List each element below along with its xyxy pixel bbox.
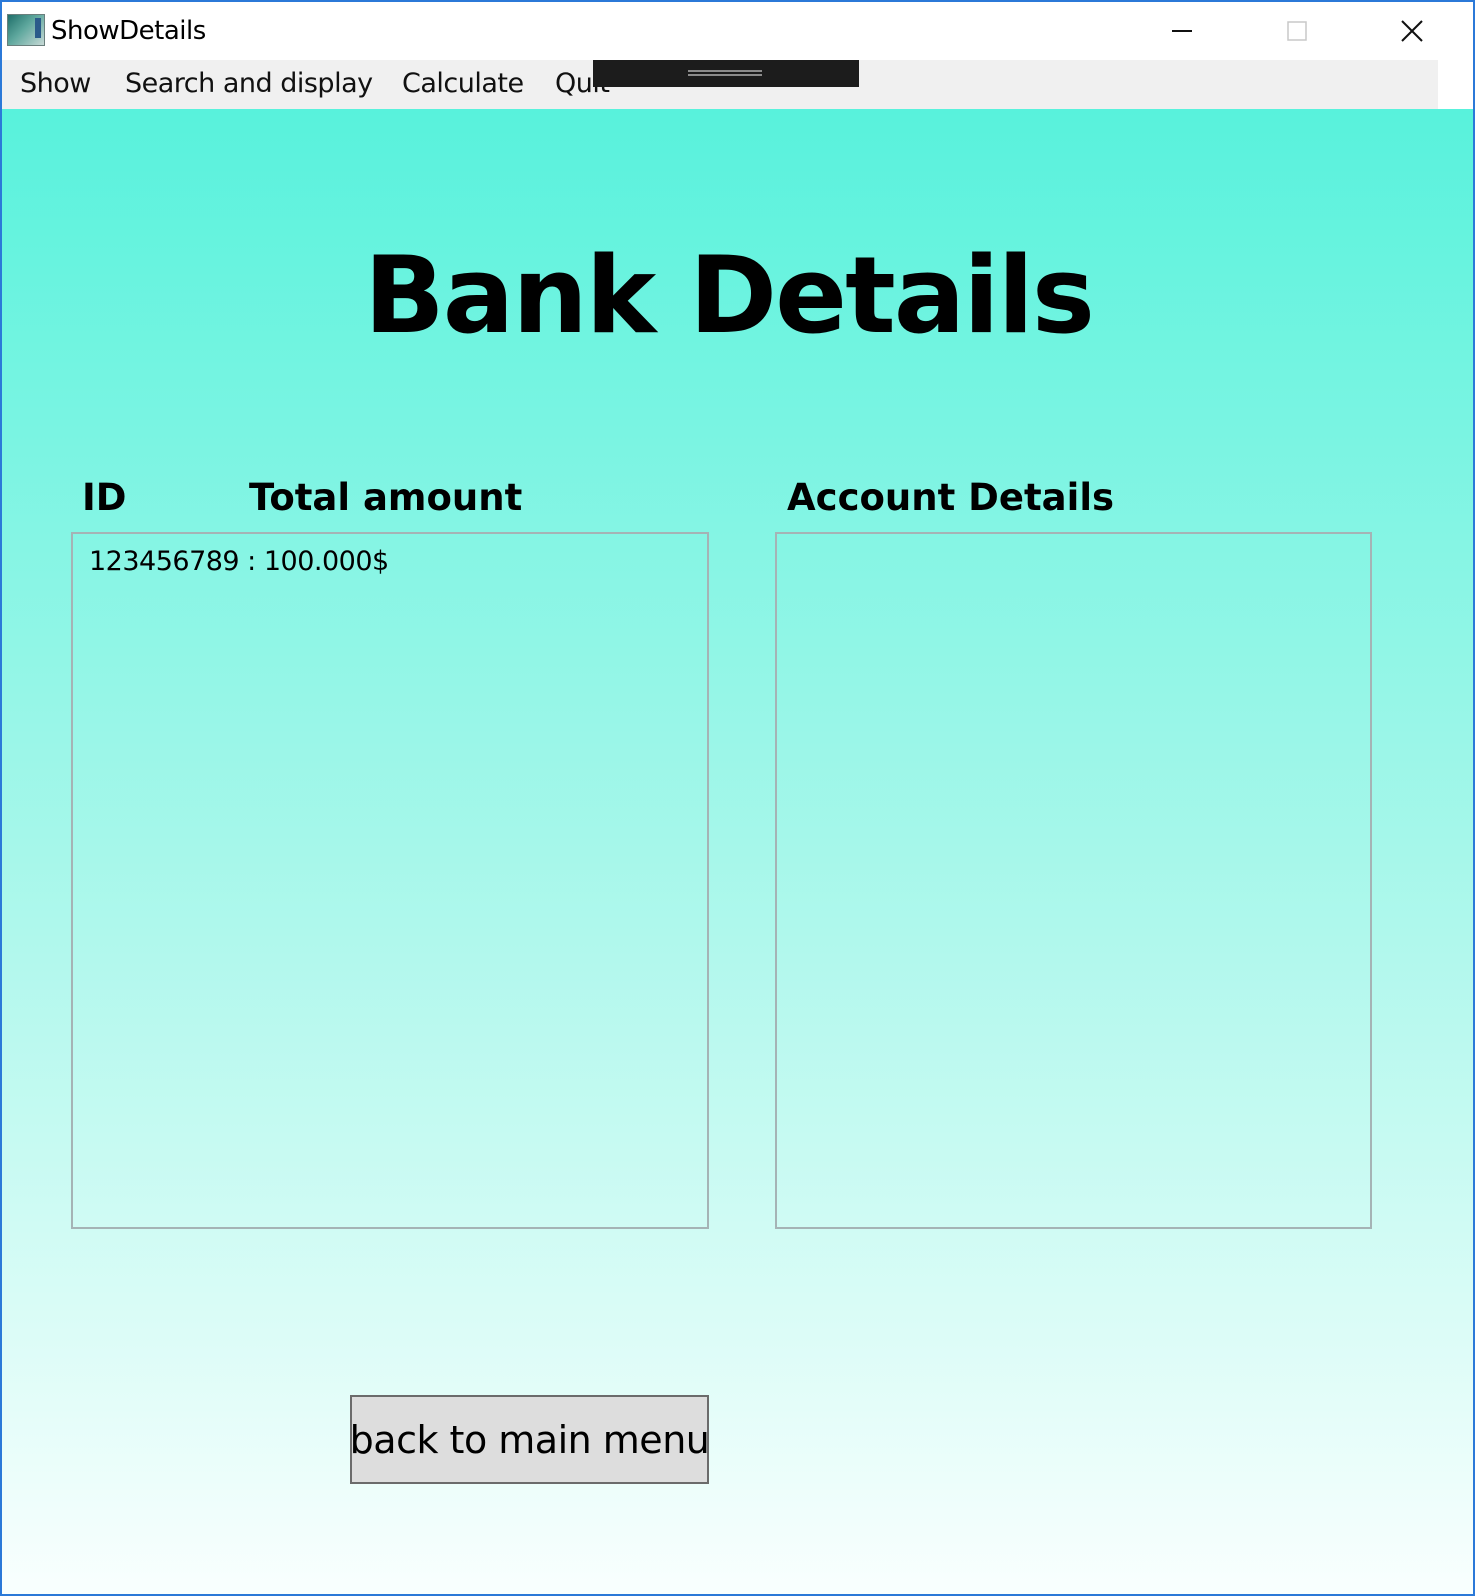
- maximize-button[interactable]: [1242, 2, 1352, 60]
- account-details-label: Account Details: [787, 476, 1115, 519]
- close-button[interactable]: [1357, 2, 1467, 60]
- window-title: ShowDetails: [51, 16, 206, 46]
- main-content: Bank Details ID Total amount Account Det…: [2, 109, 1473, 1594]
- back-to-main-menu-button[interactable]: back to main menu: [350, 1395, 710, 1484]
- accounts-summary-listbox[interactable]: 123456789 : 100.000$: [71, 532, 709, 1229]
- close-icon: [1401, 20, 1423, 42]
- list-item[interactable]: 123456789 : 100.000$: [89, 546, 389, 577]
- title-bar[interactable]: ShowDetails: [2, 2, 1473, 60]
- minimize-icon: [1172, 30, 1192, 32]
- total-amount-column-label: Total amount: [249, 476, 523, 519]
- drag-handle-icon: [688, 70, 762, 76]
- account-details-listbox[interactable]: [775, 532, 1372, 1229]
- minimize-button[interactable]: [1127, 2, 1237, 60]
- menu-item-calculate[interactable]: Calculate: [402, 68, 524, 99]
- id-column-label: ID: [82, 476, 127, 519]
- menu-item-show[interactable]: Show: [20, 68, 91, 99]
- overlay-drag-bar[interactable]: [593, 60, 859, 87]
- menu-item-search-and-display[interactable]: Search and display: [125, 68, 373, 99]
- maximize-icon: [1287, 21, 1307, 41]
- page-title: Bank Details: [364, 234, 1095, 357]
- app-icon: [7, 14, 45, 46]
- app-window: ShowDetails Show Search and display Calc…: [0, 0, 1475, 1596]
